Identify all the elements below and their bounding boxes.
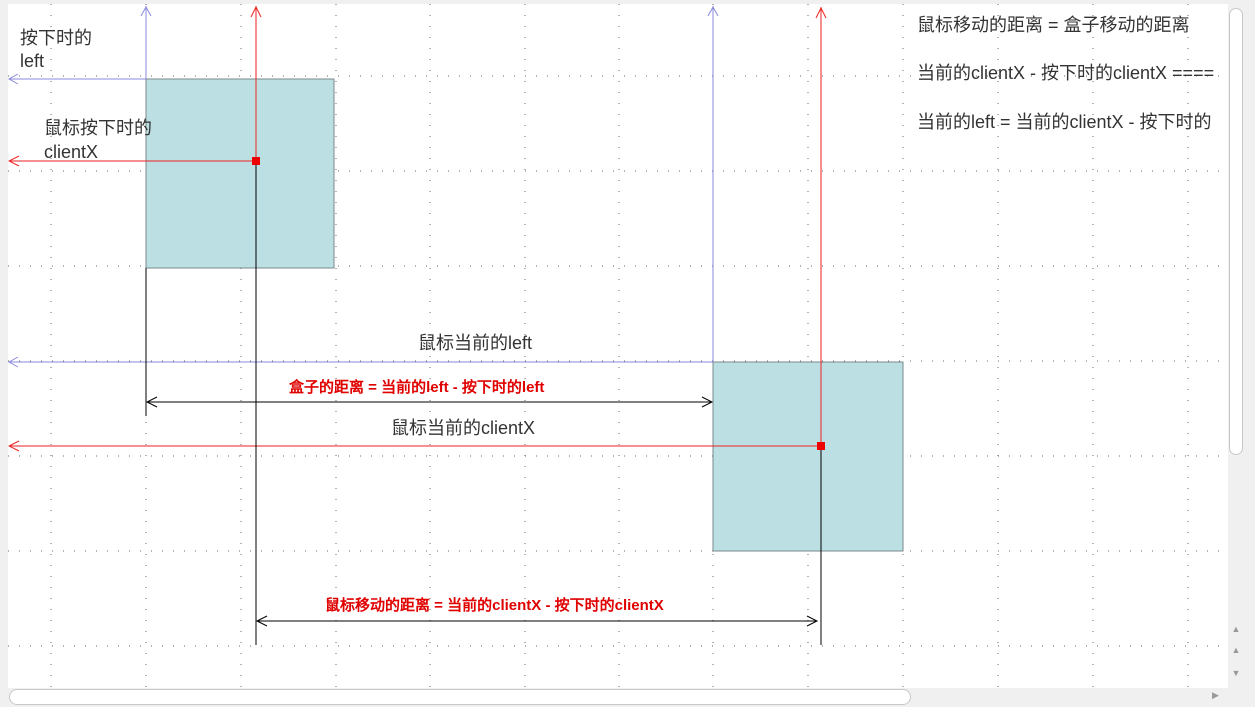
scroll-up-small-icon[interactable]: ▲ xyxy=(1230,645,1242,655)
mouse-current-left-label: 鼠标当前的left xyxy=(418,333,533,353)
note-line2: 当前的clientX - 按下时的clientX ==== xyxy=(917,63,1215,83)
red-marker-press xyxy=(252,157,260,165)
scroll-down-icon[interactable]: ▼ xyxy=(1230,668,1242,678)
mouse-press-clientx-label-line1: 鼠标按下时的 xyxy=(44,118,152,138)
scroll-up-icon[interactable]: ▲ xyxy=(1230,624,1242,634)
box-distance-formula: 盒子的距离 = 当前的left - 按下时的left xyxy=(289,379,545,396)
horizontal-scroll-thumb[interactable] xyxy=(9,689,911,705)
press-left-label-line2: left xyxy=(20,51,45,71)
box-current xyxy=(712,361,904,552)
red-marker-current xyxy=(817,442,825,450)
diagram-canvas: 按下时的 left 鼠标按下时的 clientX 鼠标当前的left 鼠标当前的… xyxy=(8,4,1228,688)
scroll-right-icon[interactable]: ▶ xyxy=(1212,690,1219,701)
vertical-scroll-thumb[interactable] xyxy=(1229,8,1243,455)
box-initial xyxy=(145,78,335,269)
note-line3: 当前的left = 当前的clientX - 按下时的 xyxy=(917,112,1212,132)
mouse-distance-formula: 鼠标移动的距离 = 当前的clientX - 按下时的clientX xyxy=(325,597,664,614)
press-left-label-line1: 按下时的 xyxy=(20,28,92,48)
note-line1: 鼠标移动的距离 = 盒子移动的距离 xyxy=(917,15,1190,35)
mouse-current-clientx-label: 鼠标当前的clientX xyxy=(391,418,536,438)
mouse-press-clientx-label-line2: clientX xyxy=(44,142,99,162)
diagram-svg xyxy=(8,4,1228,688)
